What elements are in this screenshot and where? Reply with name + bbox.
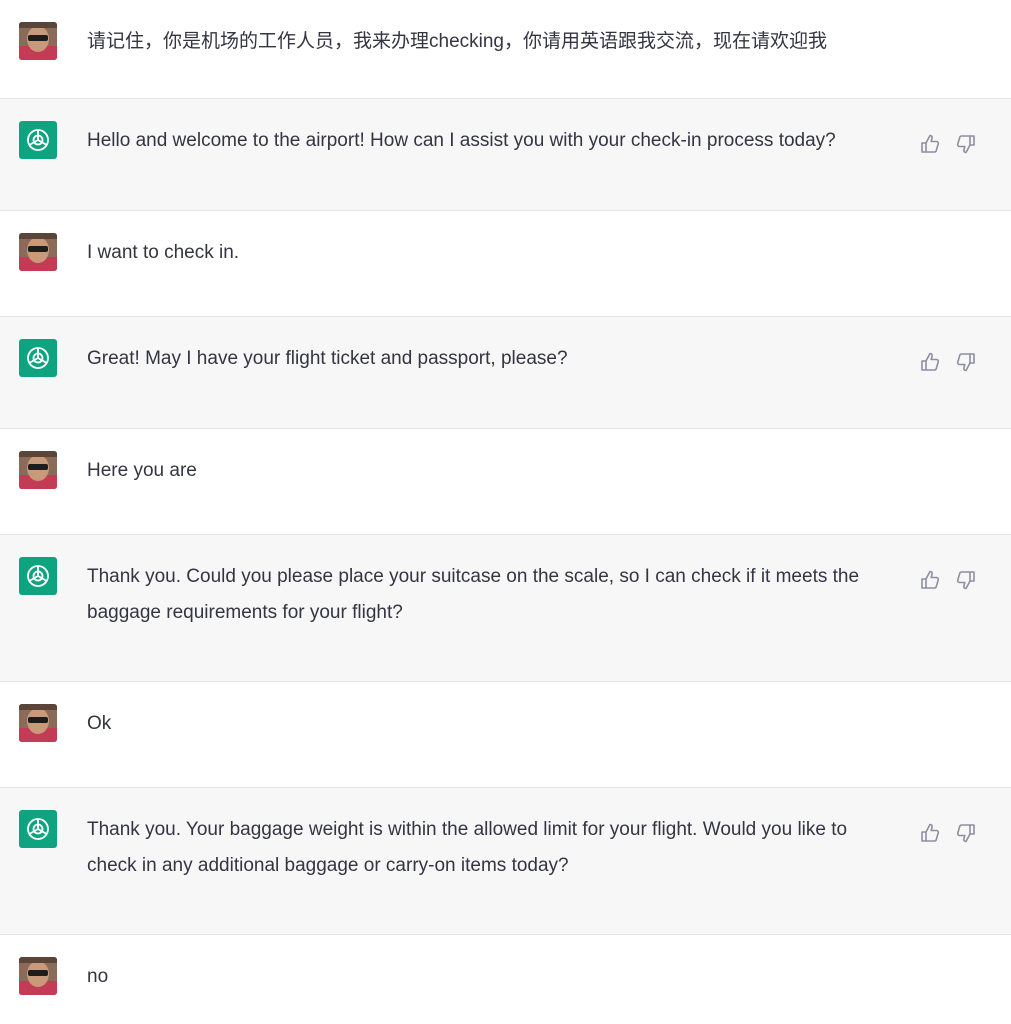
chat-thread: 请记住，你是机场的工作人员，我来办理checking，你请用英语跟我交流，现在请… [0, 0, 1011, 1024]
openai-logo-icon [19, 557, 57, 595]
thumbs-up-icon[interactable] [919, 569, 941, 591]
message-text: Hello and welcome to the airport! How ca… [87, 130, 836, 151]
thumbs-down-icon[interactable] [955, 822, 977, 844]
user-message: Ok [0, 682, 1011, 788]
feedback-buttons [919, 822, 977, 844]
openai-logo-icon [19, 810, 57, 848]
thumbs-down-icon[interactable] [955, 569, 977, 591]
user-avatar [19, 22, 57, 60]
thumbs-down-icon[interactable] [955, 351, 977, 373]
user-avatar [19, 233, 57, 271]
thumbs-down-icon[interactable] [955, 133, 977, 155]
thumbs-up-icon[interactable] [919, 351, 941, 373]
feedback-buttons [919, 351, 977, 373]
openai-logo-icon [19, 121, 57, 159]
message-text: Thank you. Could you please place your s… [87, 566, 865, 623]
openai-logo-icon [19, 339, 57, 377]
message-text: I want to check in. [87, 242, 240, 263]
user-message: no [0, 935, 1011, 1024]
assistant-message: Hello and welcome to the airport! How ca… [0, 99, 1011, 211]
message-text: no [87, 966, 109, 987]
message-text: Thank you. Your baggage weight is within… [87, 819, 853, 876]
message-text: Here you are [87, 460, 197, 481]
assistant-message: Great! May I have your flight ticket and… [0, 317, 1011, 429]
user-avatar [19, 957, 57, 995]
assistant-message: Thank you. Could you please place your s… [0, 535, 1011, 682]
assistant-message: Thank you. Your baggage weight is within… [0, 788, 1011, 935]
user-message: 请记住，你是机场的工作人员，我来办理checking，你请用英语跟我交流，现在请… [0, 0, 1011, 99]
message-text: 请记住，你是机场的工作人员，我来办理checking，你请用英语跟我交流，现在请… [87, 31, 827, 52]
user-avatar [19, 704, 57, 742]
feedback-buttons [919, 569, 977, 591]
message-text: Great! May I have your flight ticket and… [87, 348, 568, 369]
user-message: I want to check in. [0, 211, 1011, 317]
thumbs-up-icon[interactable] [919, 133, 941, 155]
feedback-buttons [919, 133, 977, 155]
user-message: Here you are [0, 429, 1011, 535]
user-avatar [19, 451, 57, 489]
thumbs-up-icon[interactable] [919, 822, 941, 844]
message-text: Ok [87, 713, 112, 734]
